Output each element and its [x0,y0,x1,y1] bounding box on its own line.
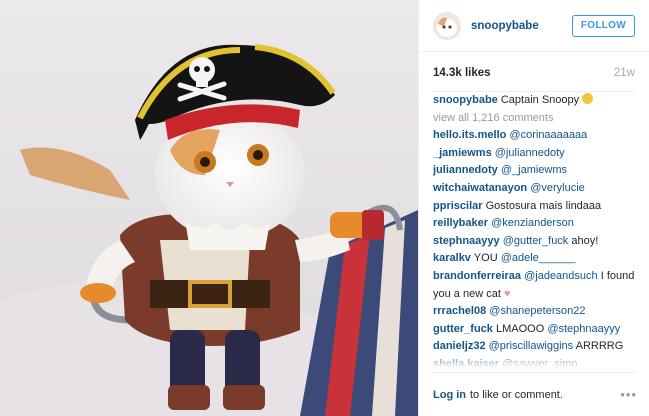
post-photo[interactable] [0,0,418,416]
comment-mention[interactable]: @gutter_fuck [503,235,569,247]
username-link[interactable]: snoopybabe [471,20,539,32]
avatar[interactable] [433,11,461,40]
comment-row: ppriscilar Gostosura mais lindaaa [433,198,637,216]
comment-user[interactable]: rrrachel08 [433,305,486,317]
comment-text: LMAOOO [495,322,548,335]
pirate-cat-image [0,0,418,416]
comment-rows: hello.its.mello @corinaaaaaaa _jamiewms @… [433,127,637,368]
comment-mention[interactable]: @stephnaayyy [547,323,620,335]
instagram-post: snoopybabe FOLLOW 14.3k likes 21w snoopy… [0,0,649,416]
comment-mention[interactable]: @kenzianderson [491,217,574,229]
login-link[interactable]: Log in [433,389,466,401]
comment-mention[interactable]: @adele______ [501,252,576,264]
comment-mention[interactable]: @juliannedoty [495,147,565,159]
comment-mention[interactable]: @shanepeterson22 [489,305,585,317]
comment-text: ahoy! [568,234,599,247]
comment-mention[interactable]: @_jamiewms [501,164,567,176]
caption-user[interactable]: snoopybabe [433,94,498,106]
comment-row: reillybaker @kenzianderson [433,215,637,233]
comment-row: witchaiwatanayon @verylucie [433,180,637,198]
comment-user[interactable]: karalkv [433,252,471,264]
comment-user[interactable]: brandonferreiraa [433,270,521,282]
comment-row: juliannedoty @_jamiewms [433,162,637,180]
comment-user[interactable]: ppriscilar [433,200,483,212]
more-options-icon[interactable]: ••• [620,387,637,402]
comments-list: snoopybabe Captain Snoopy view all 1,216… [433,92,637,368]
comment-row: brandonferreiraa @jadeandsuch I found yo… [433,268,637,303]
comment-user[interactable]: gutter_fuck [433,323,493,335]
laughing-emoji-icon [582,93,594,104]
comment-user[interactable]: juliannedoty [433,164,498,176]
comment-text: Gostosura mais lindaaa [485,199,602,212]
post-sidebar: snoopybabe FOLLOW 14.3k likes 21w snoopy… [418,0,649,416]
post-age[interactable]: 21w [614,67,635,79]
caption: snoopybabe Captain Snoopy [433,92,637,110]
comment-row: _jamiewms @juliannedoty [433,145,637,163]
comment-text: YOU [473,252,501,265]
follow-button[interactable]: FOLLOW [571,14,635,37]
post-header: snoopybabe FOLLOW [419,0,649,52]
heart-emoji-icon: ♥ [503,287,511,300]
comment-user[interactable]: _jamiewms [433,147,492,159]
comment-row: stephnaayyy @gutter_fuck ahoy! [433,233,637,251]
comment-row: rrrachel08 @shanepeterson22 [433,303,637,321]
comment-user[interactable]: reillybaker [433,217,488,229]
view-all-comments-link[interactable]: view all 1,216 comments [433,110,637,128]
comment-user[interactable]: stephnaayyy [433,235,500,247]
comment-user[interactable]: hello.its.mello [433,129,506,141]
likes-count[interactable]: 14.3k likes [433,67,491,79]
comment-mention[interactable]: @corinaaaaaaa [509,129,587,141]
post-stats: 14.3k likes 21w [433,52,635,92]
comment-row: karalkv YOU @adele______ [433,250,637,268]
comment-user[interactable]: witchaiwatanayon [433,182,527,194]
post-footer: Log in to like or comment. ••• [433,372,637,416]
caption-text: Captain Snoopy [500,94,580,106]
comment-mention[interactable]: @verylucie [530,182,585,194]
comment-row: hello.its.mello @corinaaaaaaa [433,127,637,145]
comment-mention[interactable]: @jadeandsuch [524,270,598,282]
login-prompt-text: to like or comment. [470,388,563,401]
comments-fade [433,350,637,368]
comment-row: gutter_fuck LMAOOO @stephnaayyy [433,321,637,339]
